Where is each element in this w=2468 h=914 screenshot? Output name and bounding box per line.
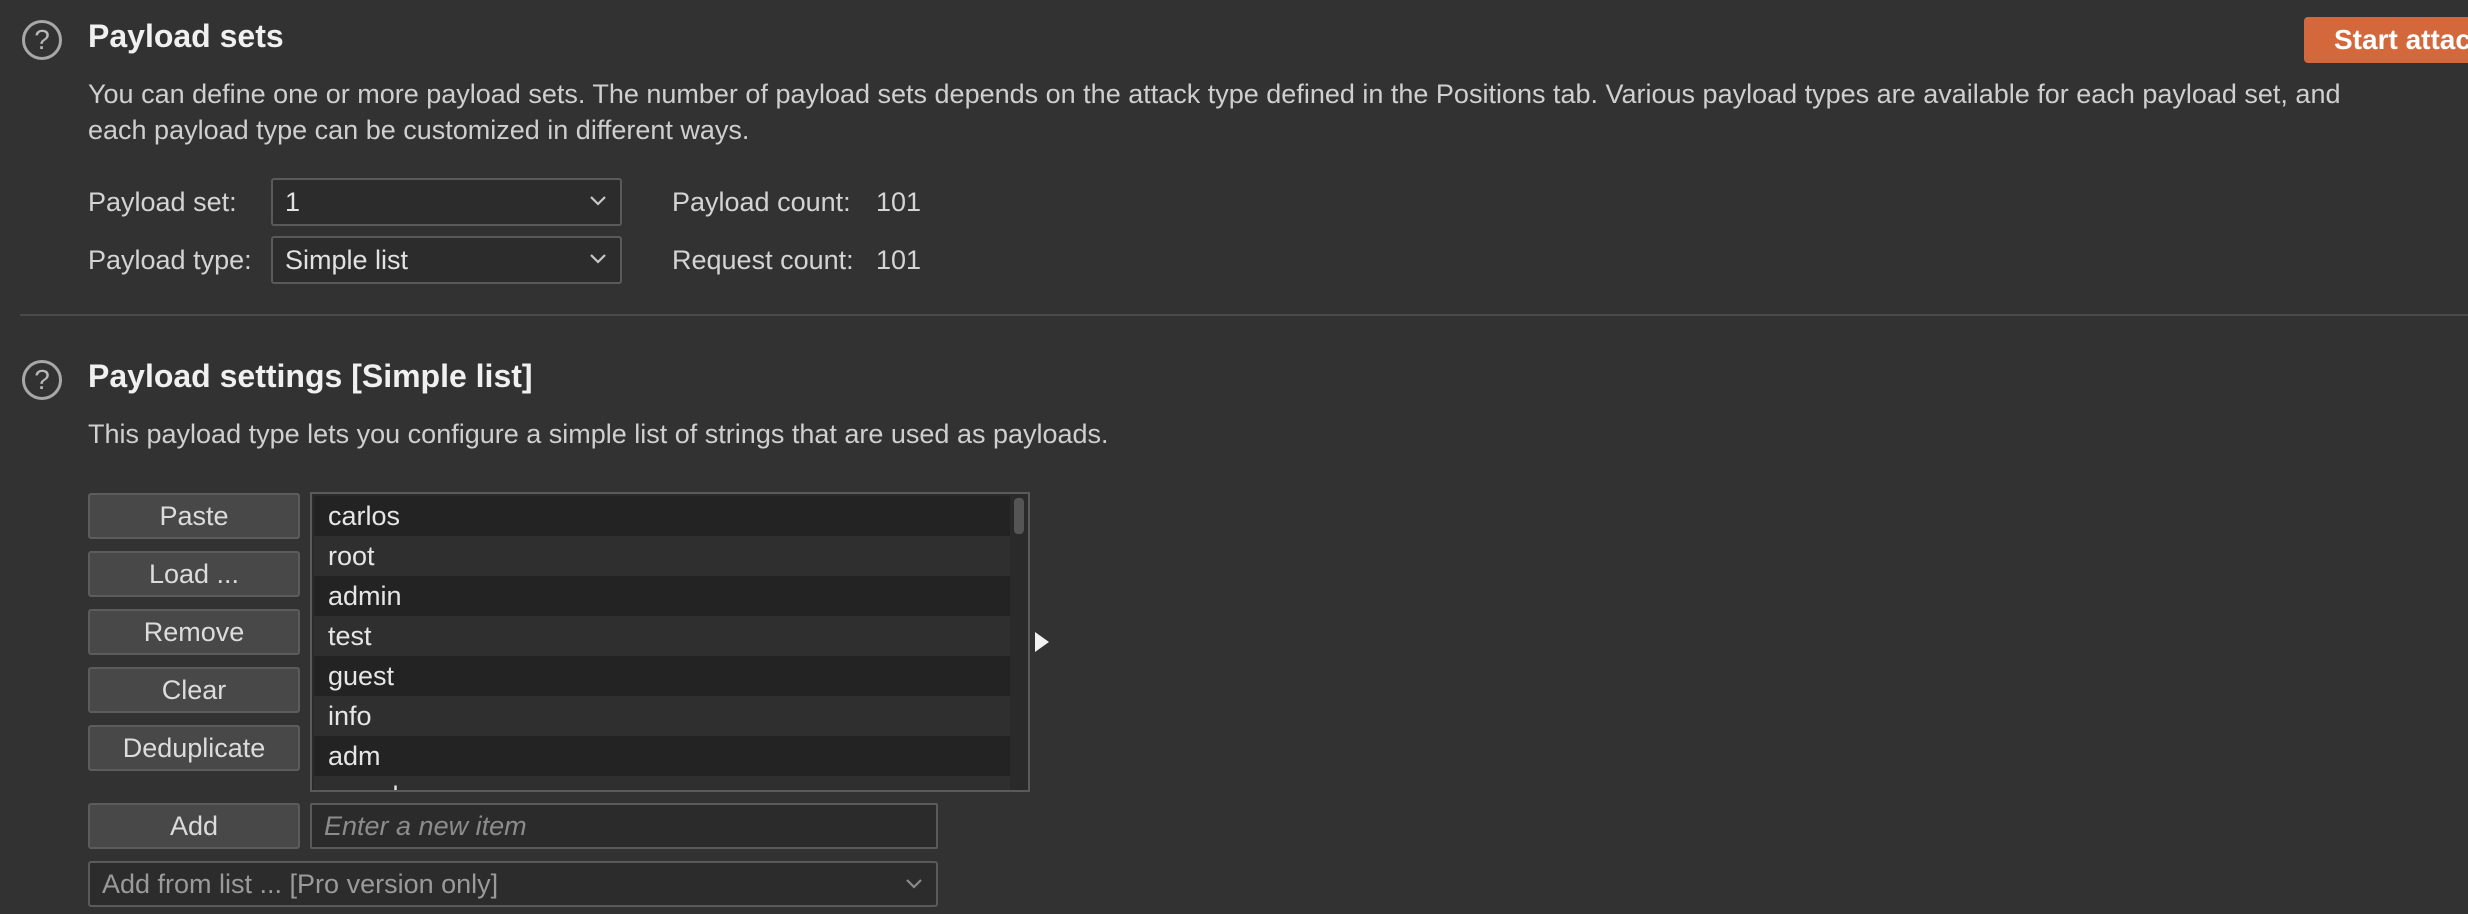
chevron-down-icon: [590, 196, 606, 206]
list-item[interactable]: info: [314, 696, 1010, 736]
chevron-down-icon: [590, 254, 606, 264]
load-button[interactable]: Load ...: [88, 551, 300, 597]
list-item[interactable]: root: [314, 536, 1010, 576]
payload-settings-description: This payload type lets you configure a s…: [88, 419, 1109, 449]
payload-count-value: 101: [876, 187, 922, 217]
list-item[interactable]: mysql: [314, 776, 1010, 790]
payload-set-dropdown[interactable]: 1: [271, 178, 622, 226]
request-count-label: Request count:: [672, 245, 854, 275]
payload-sets-description-line2: each payload type can be customized in d…: [88, 115, 750, 145]
paste-button[interactable]: Paste: [88, 493, 300, 539]
section-divider: [20, 314, 2468, 316]
payload-sets-description-line1: You can define one or more payload sets.…: [88, 79, 2341, 109]
payload-sets-help-icon[interactable]: ?: [22, 20, 62, 60]
add-from-list-dropdown[interactable]: Add from list ... [Pro version only]: [88, 861, 938, 907]
payload-sets-title: Payload sets: [88, 18, 284, 54]
remove-button[interactable]: Remove: [88, 609, 300, 655]
list-item[interactable]: carlos: [314, 496, 1010, 536]
intruder-payloads-panel: ? Payload sets Start attack You can defi…: [0, 0, 2468, 914]
add-from-list-label: Add from list ... [Pro version only]: [102, 869, 499, 899]
list-item[interactable]: admin: [314, 576, 1010, 616]
payload-set-value: 1: [285, 187, 301, 217]
payload-settings-help-icon[interactable]: ?: [22, 360, 62, 400]
request-count-value: 101: [876, 245, 922, 275]
triangle-right-icon[interactable]: [1034, 631, 1050, 653]
add-button[interactable]: Add: [88, 803, 300, 849]
payload-type-dropdown[interactable]: Simple list: [271, 236, 622, 284]
new-item-input[interactable]: Enter a new item: [310, 803, 938, 849]
payload-count-label: Payload count:: [672, 187, 851, 217]
payload-set-label: Payload set:: [88, 187, 237, 217]
chevron-down-icon: [906, 879, 922, 889]
payload-list[interactable]: carlos root admin test guest info adm my…: [310, 492, 1030, 792]
list-scrollbar-thumb[interactable]: [1014, 498, 1024, 534]
payload-type-label: Payload type:: [88, 245, 252, 275]
payload-settings-title: Payload settings [Simple list]: [88, 358, 533, 394]
start-attack-button[interactable]: Start attack: [2304, 17, 2468, 63]
list-item[interactable]: guest: [314, 656, 1010, 696]
deduplicate-button[interactable]: Deduplicate: [88, 725, 300, 771]
list-item[interactable]: test: [314, 616, 1010, 656]
clear-button[interactable]: Clear: [88, 667, 300, 713]
payload-type-value: Simple list: [285, 245, 409, 275]
new-item-placeholder: Enter a new item: [324, 811, 527, 841]
list-item[interactable]: adm: [314, 736, 1010, 776]
